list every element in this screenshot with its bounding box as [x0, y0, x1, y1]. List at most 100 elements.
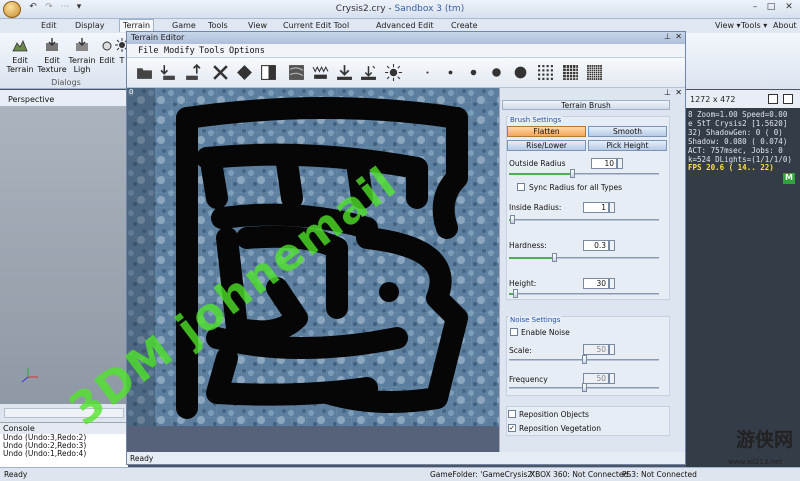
- pin-icon[interactable]: ⊥: [664, 32, 671, 41]
- viewport-options-icon[interactable]: [768, 94, 778, 104]
- scale-thumb[interactable]: [582, 355, 587, 364]
- sync-radius-checkbox[interactable]: [517, 183, 525, 191]
- close-icon[interactable]: ✕: [675, 32, 682, 41]
- invert-icon[interactable]: [260, 64, 277, 81]
- generate-icon[interactable]: [360, 64, 377, 81]
- brush-size-4-icon[interactable]: [488, 64, 505, 81]
- status-text: Ready: [4, 470, 28, 479]
- debug-line: 8 Zoom=1.00 Speed=0.00: [688, 111, 788, 119]
- ribbon-group-label: Dialogs: [51, 78, 81, 87]
- debug-line: Shadow: 0.080 ( 0.074): [688, 138, 788, 146]
- brush-settings-label: Brush Settings: [509, 116, 563, 124]
- minimize-icon[interactable]: –: [748, 2, 762, 14]
- reposition-objects-checkbox[interactable]: [508, 410, 516, 418]
- brush-size-2-icon[interactable]: [442, 64, 459, 81]
- axis-gizmo-icon: [21, 368, 38, 383]
- brush-settings-section: Brush Settings Flatten Smooth Rise/Lower…: [506, 116, 670, 300]
- scale-spinner[interactable]: [609, 344, 615, 355]
- brush-size-1-icon[interactable]: [419, 64, 436, 81]
- grid-large-icon[interactable]: [586, 64, 603, 81]
- ps3-status: PS3: Not Connected: [622, 470, 697, 479]
- window-title: Crysis2.cry - Sandbox 3 (tm): [335, 4, 465, 14]
- outside-radius-thumb[interactable]: [570, 169, 575, 178]
- console-panel: Console Undo (Undo:3,Redo:2) Undo (Undo:…: [0, 422, 128, 468]
- terrain-preview-strip: [127, 426, 499, 452]
- terrain-icon: [12, 40, 28, 52]
- debug-line: e StT Crysis2 [1.5620]: [688, 120, 788, 128]
- fps-readout: FPS 20.6 ( 14.. 22): [688, 164, 774, 172]
- terrain-brush-panel: ⊥ ✕ Terrain Brush Brush Settings Flatten…: [499, 88, 685, 452]
- inside-radius-label: Inside Radius:: [509, 203, 562, 212]
- tab-display[interactable]: Display: [72, 20, 108, 33]
- hardness-field[interactable]: 0.3: [583, 240, 609, 251]
- close-icon[interactable]: ✕: [675, 88, 682, 97]
- outside-radius-fill: [509, 173, 572, 175]
- maximize-icon[interactable]: □: [764, 2, 778, 14]
- menu-tools[interactable]: Tools: [199, 46, 225, 56]
- hardness-spinner[interactable]: [609, 240, 615, 251]
- clear-icon[interactable]: [212, 64, 229, 81]
- smooth-icon[interactable]: [312, 64, 329, 81]
- xbox-status: XBOX 360: Not Connected: [530, 470, 629, 479]
- sun-icon[interactable]: [385, 64, 402, 81]
- debug-line: k=524 DLights=(1/1/1/0): [688, 156, 792, 164]
- height-track[interactable]: [509, 293, 659, 295]
- reposition-objects-label: Reposition Objects: [519, 410, 589, 419]
- erase-icon[interactable]: [236, 64, 253, 81]
- noise-settings-label: Noise Settings: [509, 316, 562, 324]
- reposition-vegetation-checkbox[interactable]: ✓: [508, 424, 516, 432]
- enable-noise-label: Enable Noise: [521, 328, 570, 337]
- open-folder-icon[interactable]: [136, 64, 153, 81]
- debug-line: 32) ShadowGen: 0 ( 0): [688, 129, 783, 137]
- edit-terrain-button[interactable]: Edit Terrain: [4, 37, 36, 74]
- inside-radius-field[interactable]: 1: [583, 202, 609, 213]
- close-icon[interactable]: ✕: [782, 2, 796, 14]
- frequency-spinner[interactable]: [609, 373, 615, 384]
- viewport-maximize-icon[interactable]: [783, 94, 793, 104]
- flatten-button[interactable]: Flatten: [507, 126, 586, 137]
- scale-field[interactable]: 50: [583, 344, 609, 355]
- tab-edit[interactable]: Edit: [38, 20, 60, 33]
- reposition-vegetation-label: Reposition Vegetation: [519, 424, 602, 433]
- terrain-editor-window: Terrain Editor ⊥ ✕ File Modify Tools Opt…: [126, 31, 686, 465]
- console-line: Undo (Undo:1,Redo:4): [3, 449, 87, 458]
- height-thumb[interactable]: [513, 289, 518, 298]
- height-field[interactable]: 30: [583, 278, 609, 289]
- brush-size-5-icon[interactable]: [512, 64, 529, 81]
- hardness-thumb[interactable]: [552, 253, 557, 262]
- inside-radius-thumb[interactable]: [510, 215, 515, 224]
- outside-radius-spinner[interactable]: [617, 158, 623, 169]
- inside-radius-track[interactable]: [509, 219, 659, 221]
- frequency-thumb[interactable]: [582, 383, 587, 392]
- game-folder-status: GameFolder: 'GameCrysis2': [430, 470, 535, 479]
- rise-lower-button[interactable]: Rise/Lower: [507, 140, 586, 151]
- mode-badge: M: [783, 173, 795, 184]
- save-icon[interactable]: [336, 64, 353, 81]
- texture-icon[interactable]: [288, 64, 305, 81]
- height-spinner[interactable]: [609, 278, 615, 289]
- enable-noise-checkbox[interactable]: [510, 328, 518, 336]
- export-icon[interactable]: [184, 64, 201, 81]
- terrain-editor-menu: File Modify Tools Options: [127, 44, 685, 58]
- pin-icon[interactable]: ⊥: [664, 88, 671, 97]
- edit-texture-button[interactable]: Edit Texture: [36, 37, 68, 74]
- brush-panel-header[interactable]: Terrain Brush: [502, 100, 670, 110]
- grid-medium-icon[interactable]: [562, 64, 579, 81]
- pick-height-button[interactable]: Pick Height: [588, 140, 667, 151]
- menu-about[interactable]: About: [770, 20, 800, 33]
- reposition-section: Reposition Objects ✓ Reposition Vegetati…: [506, 406, 670, 436]
- import-icon[interactable]: [160, 64, 177, 81]
- inside-radius-spinner[interactable]: [609, 202, 615, 213]
- terrain-editor-title: Terrain Editor ⊥ ✕: [127, 32, 685, 44]
- brush-size-3-icon[interactable]: [465, 64, 482, 81]
- menu-modify[interactable]: Modify: [164, 46, 195, 56]
- noise-settings-section: Noise Settings Enable Noise Scale: 50 Fr…: [506, 316, 670, 396]
- frequency-label: Frequency: [509, 375, 548, 384]
- outside-radius-field[interactable]: 10: [591, 158, 617, 169]
- menu-tools[interactable]: Tools ▾: [738, 20, 770, 33]
- menu-options[interactable]: Options: [229, 46, 265, 56]
- menu-file[interactable]: File: [138, 46, 158, 56]
- grid-small-icon[interactable]: [537, 64, 554, 81]
- terrain-texture-icon: [76, 38, 88, 51]
- smooth-button[interactable]: Smooth: [588, 126, 667, 137]
